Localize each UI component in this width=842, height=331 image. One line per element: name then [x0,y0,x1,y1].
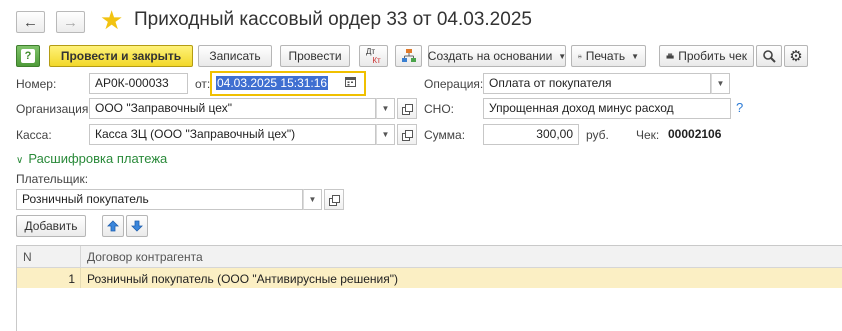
arrow-up-icon [107,220,119,232]
help-icon: ? [21,49,35,63]
organization-input[interactable]: ООО "Заправочный цех" [89,98,376,119]
open-icon [329,194,340,206]
sno-input[interactable]: Упрощенная доход минус расход [483,98,731,119]
payer-dropdown-button[interactable]: ▼ [303,189,322,210]
post-button[interactable]: Провести [280,45,350,67]
kassa-open-button[interactable] [397,124,417,145]
calendar-icon[interactable] [345,76,356,90]
chevron-down-icon: ▼ [558,51,567,61]
kassa-dropdown-button[interactable]: ▼ [376,124,395,145]
organization-dropdown-button[interactable]: ▼ [376,98,395,119]
receipt-label: Пробить чек [678,49,747,63]
settings-button[interactable]: ⚙ [784,45,808,67]
structure-icon [401,49,416,62]
payer-input[interactable]: Розничный покупатель [16,189,303,210]
number-label: Номер: [16,77,57,91]
dt-kt-button[interactable]: Дт Кт [359,45,388,67]
cash-register-icon [666,53,674,59]
print-button[interactable]: Печать ▼ [571,45,646,67]
print-label: Печать [585,49,626,63]
payment-details-section[interactable]: ∨ Расшифровка платежа [16,151,167,166]
arrow-down-icon [131,220,143,232]
back-button[interactable]: ← [16,11,45,33]
sum-label: Сумма: [424,128,466,142]
sno-label: СНО: [424,102,454,116]
date-input[interactable]: 04.03.2025 15:31:16 [210,71,366,96]
kassa-label: Касса: [16,128,52,142]
sum-input[interactable]: 300,00 [483,124,579,145]
check-number: 00002106 [668,127,722,141]
dt-icon: Дт [365,47,376,56]
search-button[interactable] [756,45,782,67]
table-header: N Договор контрагента [17,246,842,268]
receipt-button[interactable]: Пробить чек [659,45,754,67]
structure-button[interactable] [395,45,422,67]
open-icon [402,103,413,115]
date-from-label: от: [195,77,211,91]
check-label: Чек: [636,128,660,142]
table-row[interactable]: 1 Розничный покупатель (ООО "Антивирусны… [17,268,842,288]
date-value: 04.03.2025 15:31:16 [216,76,329,90]
kt-icon: Кт [372,56,381,65]
forward-button[interactable]: → [56,11,85,33]
arrow-left-icon: ← [23,13,38,31]
number-input[interactable]: АР0К-000033 [89,73,188,94]
operation-dropdown-button[interactable]: ▼ [711,73,730,94]
operation-label: Операция: [424,77,484,91]
arrow-right-icon: → [63,13,78,31]
save-button[interactable]: Записать [198,45,272,67]
organization-label: Организация: [16,102,92,116]
row-contract: Розничный покупатель (ООО "Антивирусные … [87,272,398,286]
column-header-contract[interactable]: Договор контрагента [81,246,209,267]
payer-label: Плательщик: [16,172,89,186]
help-button[interactable]: ? [16,45,40,67]
payer-open-button[interactable] [324,189,344,210]
move-up-button[interactable] [102,215,124,237]
create-based-on-button[interactable]: Создать на основании ▼ [428,45,566,67]
kassa-input[interactable]: Касса ЗЦ (ООО "Заправочный цех") [89,124,376,145]
search-icon [763,50,776,63]
organization-open-button[interactable] [397,98,417,119]
open-icon [402,129,413,141]
currency-label: руб. [586,128,609,142]
sno-help-icon[interactable]: ? [736,100,743,115]
chevron-down-icon: ∨ [16,155,24,166]
gear-icon: ⚙ [789,48,803,65]
printer-icon [578,54,582,58]
chevron-down-icon: ▼ [308,195,317,204]
payment-table: N Договор контрагента 1 Розничный покупа… [16,245,842,331]
row-number: 1 [17,268,81,288]
favorite-star-icon[interactable]: ★ [100,6,123,34]
chevron-down-icon: ▼ [631,51,639,61]
chevron-down-icon: ▼ [716,79,725,88]
add-button[interactable]: Добавить [16,215,86,237]
chevron-down-icon: ▼ [381,130,390,139]
create-based-on-label: Создать на основании [427,49,553,63]
section-title: Расшифровка платежа [28,151,168,166]
column-header-n[interactable]: N [17,246,81,267]
chevron-down-icon: ▼ [381,104,390,113]
operation-select[interactable]: Оплата от покупателя [483,73,711,94]
move-down-button[interactable] [126,215,148,237]
post-and-close-button[interactable]: Провести и закрыть [49,45,193,67]
page-title: Приходный кассовый ордер 33 от 04.03.202… [134,9,532,30]
